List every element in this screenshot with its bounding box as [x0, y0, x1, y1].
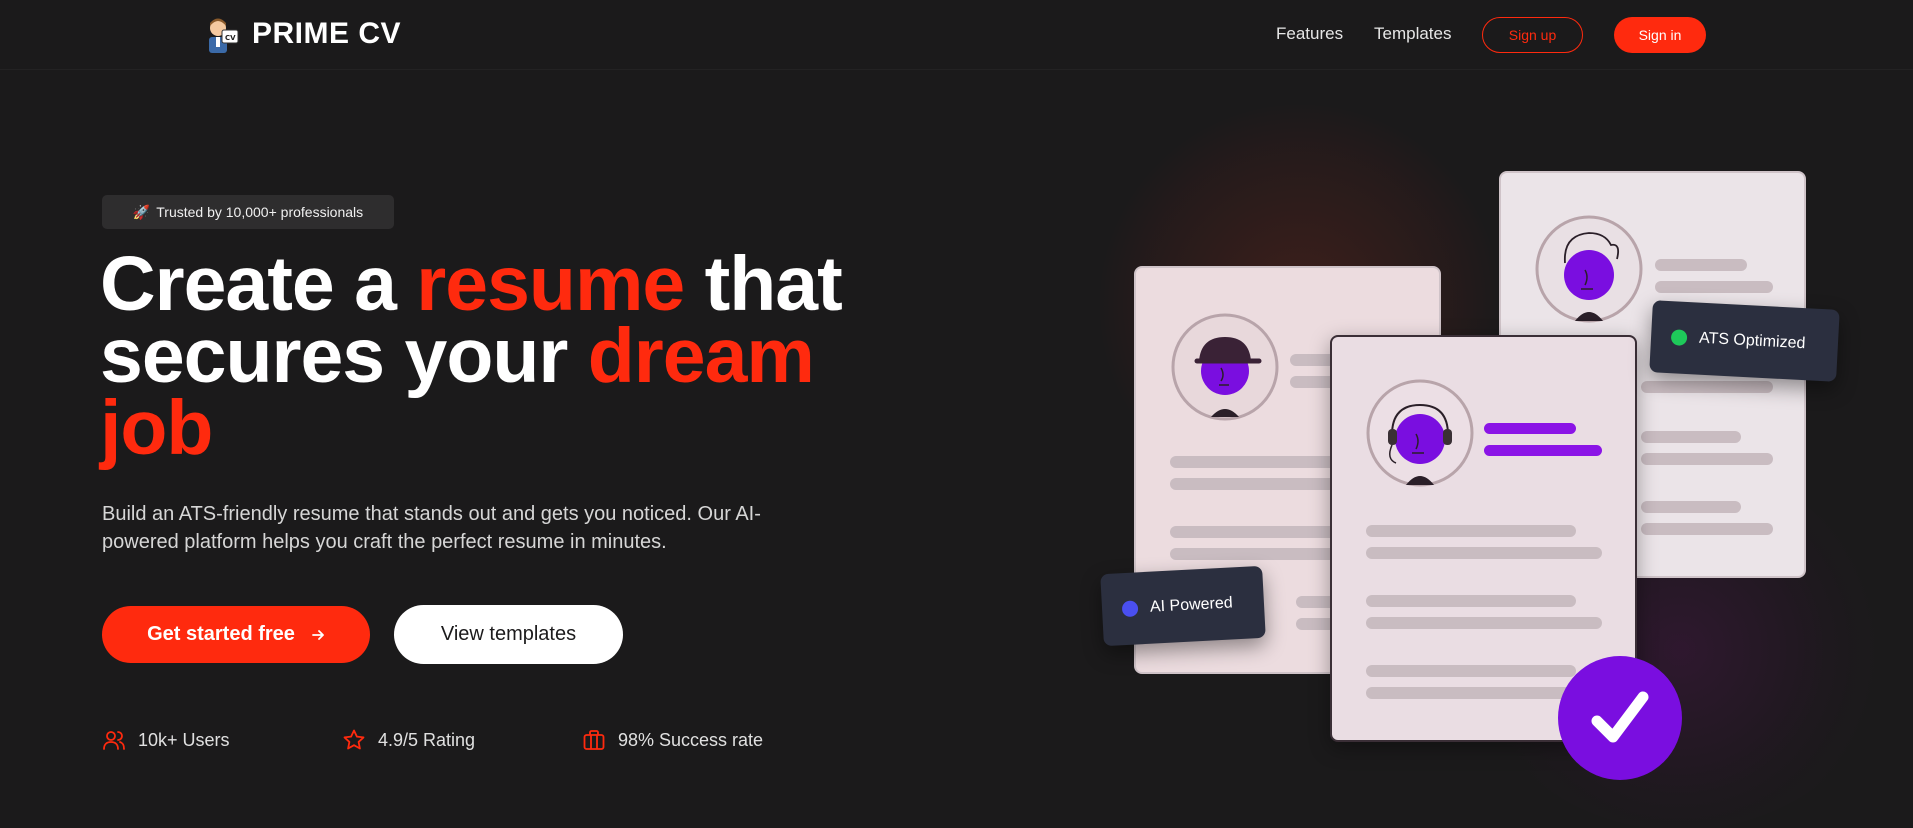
get-started-button[interactable]: Get started free	[102, 606, 370, 663]
placeholder-line	[1655, 259, 1747, 271]
brand-name: PRIME CV	[252, 17, 402, 50]
placeholder-line	[1366, 525, 1576, 537]
nav-link-templates[interactable]: Templates	[1374, 24, 1451, 44]
users-icon	[103, 731, 125, 750]
status-dot-icon	[1121, 600, 1139, 618]
status-dot-icon	[1670, 329, 1688, 346]
placeholder-line	[1366, 617, 1602, 629]
signin-button[interactable]: Sign in	[1614, 17, 1706, 53]
stat-success-label: 98% Success rate	[618, 729, 764, 750]
briefcase-icon	[583, 730, 605, 750]
top-navbar: CV PRIME CV Features Templates Sign up S…	[0, 0, 1913, 70]
placeholder-line	[1641, 523, 1773, 535]
placeholder-line	[1655, 281, 1773, 293]
stat-users: 10k+ Users	[102, 728, 230, 752]
ai-powered-label: AI Powered	[1149, 594, 1234, 616]
placeholder-line-highlight	[1484, 423, 1576, 434]
star-icon	[343, 729, 365, 750]
view-templates-button[interactable]: View templates	[394, 605, 623, 664]
hero-headline: Create a resume that secures your dream …	[100, 246, 860, 467]
avatar-curly-hair-icon	[1535, 215, 1643, 323]
stat-rating-label: 4.9/5 Rating	[378, 729, 476, 750]
placeholder-line-highlight	[1484, 445, 1602, 456]
placeholder-line	[1366, 547, 1602, 559]
stat-users-label: 10k+ Users	[138, 729, 230, 750]
cv-character-logo-icon: CV	[209, 18, 239, 53]
placeholder-line	[1641, 431, 1741, 443]
trust-badge-text: Trusted by 10,000+ professionals	[156, 204, 364, 220]
nav-link-features[interactable]: Features	[1276, 24, 1343, 44]
placeholder-line	[1641, 501, 1741, 513]
arrow-right-icon	[312, 629, 324, 640]
rocket-icon: 🚀	[132, 203, 151, 220]
svg-text:CV: CV	[225, 34, 236, 42]
placeholder-line	[1366, 665, 1576, 677]
trust-badge: 🚀 Trusted by 10,000+ professionals	[102, 195, 394, 229]
placeholder-line	[1641, 453, 1773, 465]
stat-rating: 4.9/5 Rating	[342, 728, 475, 752]
checkmark-badge	[1558, 656, 1682, 780]
placeholder-line	[1641, 381, 1773, 393]
stat-success: 98% Success rate	[582, 728, 763, 752]
signup-button[interactable]: Sign up	[1482, 17, 1583, 53]
get-started-label: Get started free	[147, 623, 295, 645]
avatar-headset-icon	[1366, 379, 1474, 487]
hero-subtext: Build an ATS-friendly resume that stands…	[102, 503, 761, 553]
ats-optimized-label: ATS Optimized	[1698, 329, 1806, 353]
placeholder-line	[1366, 595, 1576, 607]
ats-optimized-chip: ATS Optimized	[1649, 300, 1840, 382]
avatar-cap-icon	[1171, 313, 1279, 421]
ai-powered-chip: AI Powered	[1100, 565, 1266, 647]
checkmark-icon	[1591, 691, 1649, 743]
brand[interactable]: CV PRIME CV	[202, 14, 401, 54]
